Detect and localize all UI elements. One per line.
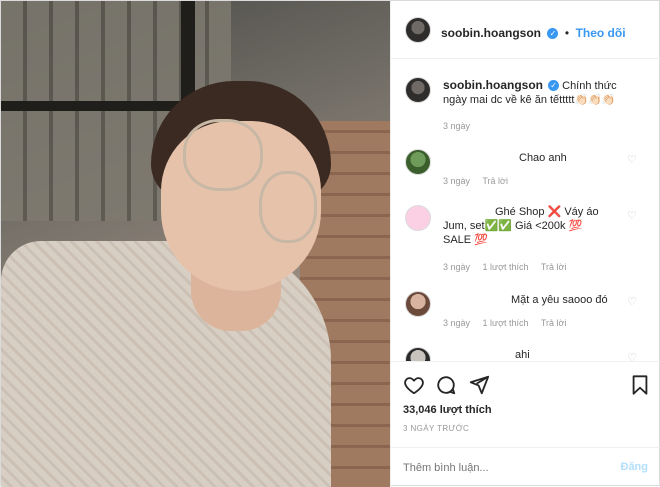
add-comment-bar: Đăng — [391, 447, 660, 487]
instagram-post-modal: soobin.hoangson ✓ • Theo dõi soobin.hoan… — [0, 0, 660, 487]
post-actions: 33,046 lượt thích 3 NGÀY TRƯỚC — [391, 361, 660, 447]
comment-avatar[interactable] — [405, 347, 431, 361]
comment-avatar[interactable] — [405, 205, 431, 231]
separator-dot: • — [564, 26, 570, 40]
comment-text: ahi — [515, 349, 530, 361]
photo-glasses — [259, 171, 317, 243]
follow-button[interactable]: Theo dõi — [576, 26, 626, 40]
likes-count[interactable]: 33,046 lượt thích — [403, 404, 492, 416]
comment-input[interactable] — [403, 456, 603, 480]
verified-icon: ✓ — [547, 28, 559, 39]
post-header: soobin.hoangson ✓ • Theo dõi — [391, 1, 660, 59]
comment-text: Chao anh — [519, 152, 567, 164]
share-icon[interactable] — [468, 374, 490, 396]
post-timestamp[interactable]: 3 NGÀY TRƯỚC — [403, 424, 469, 433]
verified-icon: ✓ — [548, 80, 560, 91]
comments-list[interactable]: soobin.hoangson ✓ Chính thức ngày mai dc… — [391, 59, 660, 361]
comment-avatar[interactable] — [405, 149, 431, 175]
comment-text: Mặt a yêu saooo đó — [511, 294, 608, 306]
caption-avatar[interactable] — [405, 77, 431, 103]
bookmark-icon[interactable] — [629, 374, 651, 396]
comment-like-icon[interactable]: ♡ — [627, 297, 638, 308]
caption-username[interactable]: soobin.hoangson — [443, 78, 543, 92]
comment-time[interactable]: 3 ngày — [443, 176, 470, 186]
author-avatar[interactable] — [405, 17, 431, 43]
reply-button[interactable]: Trả lời — [541, 262, 567, 272]
comment-like-icon[interactable]: ♡ — [627, 211, 638, 222]
comment-avatar[interactable] — [405, 291, 431, 317]
photo-glasses — [183, 119, 263, 191]
comment-likes[interactable]: 1 lượt thích — [483, 262, 529, 272]
post-side-panel: soobin.hoangson ✓ • Theo dõi soobin.hoan… — [390, 1, 660, 487]
comment-text: Ghé Shop ❌ Váy áo Jum, set✅✅ Giá <200k 💯… — [443, 206, 599, 246]
caption-time[interactable]: 3 ngày — [443, 121, 470, 131]
author-username[interactable]: soobin.hoangson — [441, 26, 541, 40]
post-comment-button[interactable]: Đăng — [621, 461, 649, 473]
reply-button[interactable]: Trả lời — [482, 176, 508, 186]
comment-likes[interactable]: 1 lượt thích — [483, 318, 529, 328]
heart-icon[interactable] — [403, 374, 425, 396]
reply-button[interactable]: Trả lời — [541, 318, 567, 328]
post-photo[interactable] — [1, 1, 390, 487]
comment-like-icon[interactable]: ♡ — [627, 353, 638, 362]
comment-like-icon[interactable]: ♡ — [627, 155, 638, 166]
comment-time[interactable]: 3 ngày — [443, 318, 470, 328]
comment-icon[interactable] — [435, 374, 457, 396]
comment-time[interactable]: 3 ngày — [443, 262, 470, 272]
